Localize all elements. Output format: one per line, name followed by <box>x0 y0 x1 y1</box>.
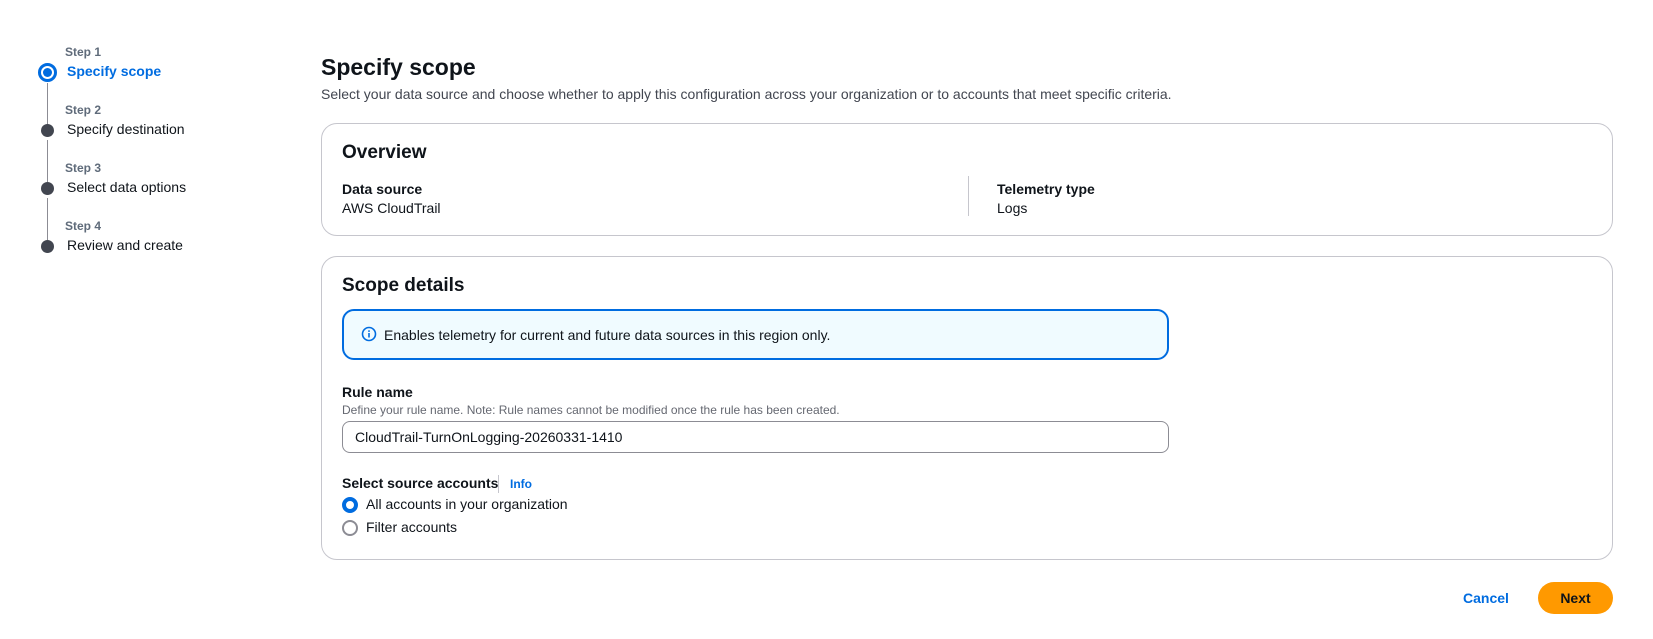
info-link[interactable]: Info <box>510 477 532 491</box>
step-specify-scope[interactable]: Step 1 Specify scope <box>38 43 279 125</box>
cancel-button[interactable]: Cancel <box>1449 582 1523 614</box>
step-review-and-create: Step 4 Review and create <box>39 217 279 275</box>
rule-name-hint: Define your rule name. Note: Rule names … <box>342 403 840 417</box>
alert-message: Enables telemetry for current and future… <box>384 327 831 343</box>
step-caption: Step 3 <box>65 161 102 175</box>
scope-details-card: Scope details Enables telemetry for curr… <box>321 256 1613 560</box>
radio-label: All accounts in your organization <box>366 496 568 512</box>
step-title: Select data options <box>67 179 187 195</box>
radio-label: Filter accounts <box>366 519 458 535</box>
column-divider <box>968 176 969 216</box>
telemetry-type-label: Telemetry type <box>997 181 1095 197</box>
step-title[interactable]: Specify scope <box>67 63 161 79</box>
step-title: Specify destination <box>67 121 185 137</box>
overview-card: Overview Data source AWS CloudTrail Tele… <box>321 123 1613 236</box>
wizard-steps: Step 1 Specify scope Step 2 Specify dest… <box>38 43 279 275</box>
step-select-data-options: Step 3 Select data options <box>39 159 279 240</box>
info-circle-icon <box>361 326 377 342</box>
step-title: Review and create <box>67 237 183 253</box>
step-pending-icon <box>41 240 54 253</box>
source-accounts-label: Select source accounts <box>342 475 499 491</box>
page-description: Select your data source and choose wheth… <box>321 86 1172 102</box>
step-pending-icon <box>41 124 54 137</box>
overview-title: Overview <box>342 142 427 163</box>
telemetry-type-value: Logs <box>997 200 1028 216</box>
telemetry-type-field: Telemetry type Logs <box>997 180 1095 218</box>
data-source-label: Data source <box>342 181 423 197</box>
info-divider <box>498 475 499 493</box>
radio-checked-icon[interactable] <box>342 497 358 513</box>
step-pending-icon <box>41 182 54 195</box>
info-alert: Enables telemetry for current and future… <box>342 309 1169 360</box>
step-caption: Step 1 <box>65 45 102 59</box>
main-content: Specify scope Select your data source an… <box>321 52 1613 560</box>
step-current-icon <box>38 63 57 82</box>
step-caption: Step 2 <box>65 103 102 117</box>
step-specify-destination: Step 2 Specify destination <box>39 101 279 182</box>
page-title: Specify scope <box>321 54 476 80</box>
radio-unchecked-icon[interactable] <box>342 520 358 536</box>
rule-name-label: Rule name <box>342 384 413 400</box>
data-source-field: Data source AWS CloudTrail <box>342 180 441 218</box>
data-source-value: AWS CloudTrail <box>342 200 441 216</box>
rule-name-input[interactable] <box>342 421 1169 453</box>
step-caption: Step 4 <box>65 219 102 233</box>
next-button[interactable]: Next <box>1538 582 1613 614</box>
scope-details-title: Scope details <box>342 275 465 296</box>
